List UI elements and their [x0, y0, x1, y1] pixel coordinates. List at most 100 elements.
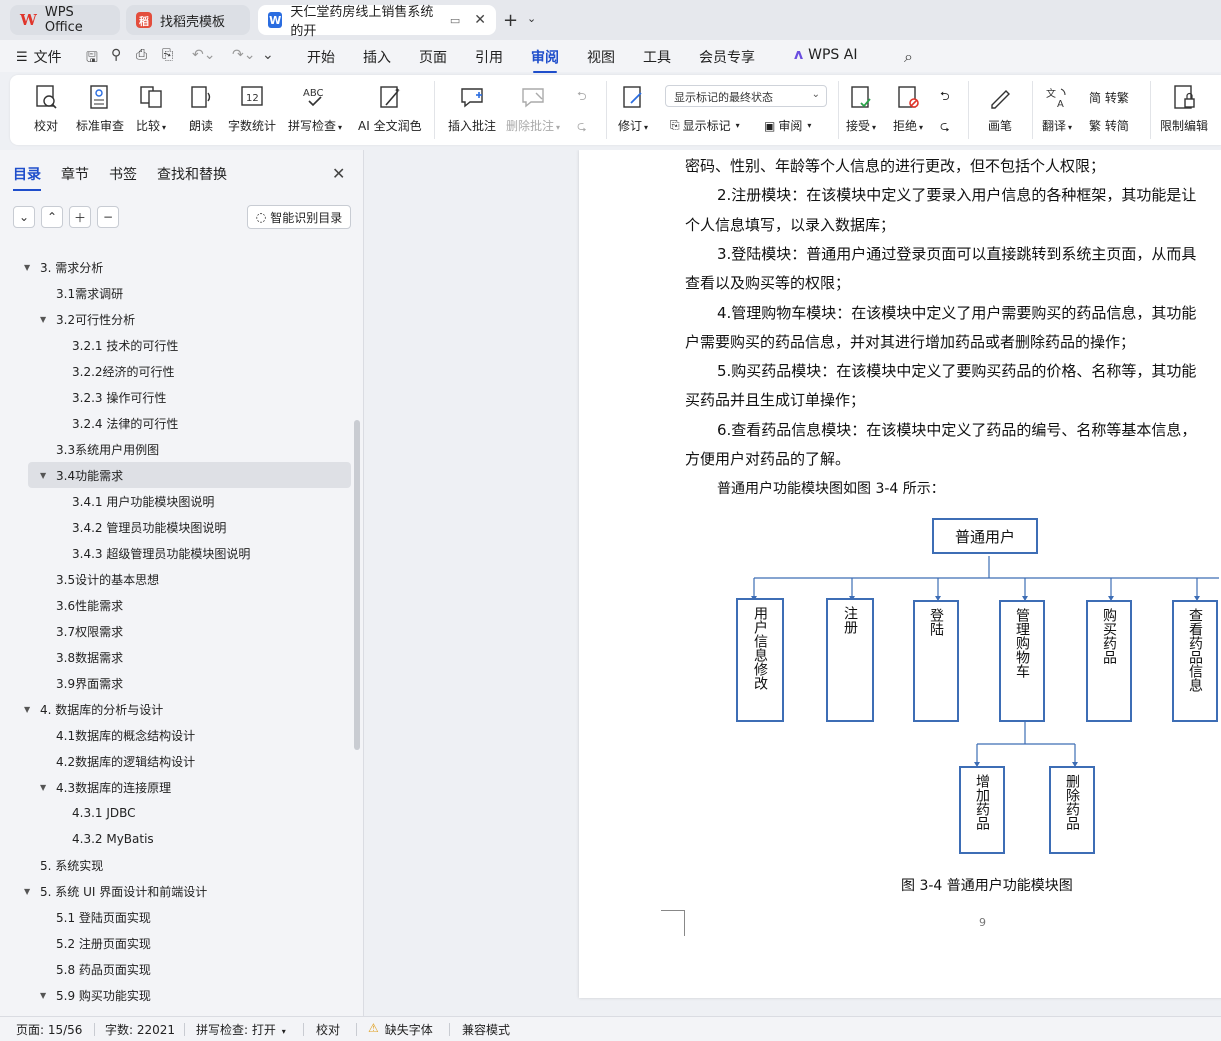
tab-start[interactable]: 开始 — [307, 47, 335, 67]
expand-toggle-icon[interactable]: ▼ — [24, 263, 34, 272]
print-preview-icon[interactable]: ⎘ — [162, 47, 173, 63]
expand-toggle-icon[interactable]: ▼ — [24, 705, 34, 714]
expand-toggle-icon[interactable]: ▼ — [24, 887, 34, 896]
toc-item[interactable]: ▼ 3.4功能需求 — [28, 462, 351, 488]
undo-icon[interactable]: ↶⌄ — [192, 47, 215, 63]
tab-template[interactable]: 稻 找稻壳模板 — [126, 5, 250, 35]
toc-item[interactable]: 5.8 药品页面实现 — [56, 956, 151, 982]
save-icon[interactable]: 🖫 — [86, 47, 98, 71]
delete-comment-button[interactable]: 删除批注 ▾ — [506, 83, 560, 134]
tab-wps-office[interactable]: W WPS Office — [10, 5, 120, 35]
toc-item[interactable]: 4.3.1 JDBC — [72, 800, 136, 826]
toc-item[interactable]: ▼ 3.2可行性分析 — [40, 306, 135, 332]
toc-item[interactable]: ▼ 3. 需求分析 — [24, 254, 103, 280]
smart-toc-button[interactable]: ◌ 智能识别目录 — [247, 205, 351, 229]
toc-item[interactable]: 3.4.3 超级管理员功能模块图说明 — [72, 540, 250, 566]
toc-item[interactable]: ▼ 4.3数据库的连接原理 — [40, 774, 171, 800]
previous-change-icon[interactable]: ⮌ — [940, 87, 950, 108]
accept-button[interactable]: 接受 ▾ — [846, 83, 876, 134]
proof-status[interactable]: 校对 — [316, 1021, 340, 1038]
share-icon[interactable]: ⚲ — [111, 47, 121, 63]
tab-review[interactable]: 审阅 — [531, 47, 559, 73]
document-page[interactable]: 密码、性别、年龄等个人信息的进行更改，但不包括个人权限； 2.注册模块：在该模块中… — [579, 150, 1221, 998]
toc-item[interactable]: 4.2数据库的逻辑结构设计 — [56, 748, 195, 774]
toc-item[interactable]: 4.3.2 MyBatis — [72, 826, 154, 852]
tab-reference[interactable]: 引用 — [475, 47, 503, 67]
expand-toggle-icon[interactable]: ▼ — [40, 471, 50, 480]
tab-find-replace[interactable]: 查找和替换 — [157, 164, 227, 184]
compare-button[interactable]: 比较 ▾ — [136, 83, 166, 134]
file-menu[interactable]: ☰ 文件 — [16, 47, 62, 67]
tab-member[interactable]: 会员专享 — [699, 47, 755, 67]
spell-check-status[interactable]: 拼写检查: 打开 ▾ — [196, 1021, 286, 1038]
more-chevron-icon[interactable]: ⌄ — [262, 47, 274, 63]
chevron-down-icon[interactable]: ⌄ — [527, 12, 536, 25]
tab-wps-ai[interactable]: ʌ WPS AI — [794, 47, 857, 63]
search-icon[interactable]: ⌕ — [904, 47, 913, 67]
tab-view[interactable]: 视图 — [587, 47, 615, 67]
toc-item[interactable]: ▼ 5.9 购买功能实现 — [40, 982, 151, 1008]
new-tab-icon[interactable]: + — [503, 10, 518, 31]
collapse-all-button[interactable]: ⌃ — [41, 206, 63, 228]
standard-review-button[interactable]: 标准审查 — [76, 83, 124, 134]
pen-button[interactable]: 画笔 — [986, 83, 1014, 134]
restrict-edit-button[interactable]: 限制编辑 — [1160, 83, 1208, 134]
toc-item[interactable]: 3.2.2经济的可行性 — [72, 358, 175, 384]
tab-tools[interactable]: 工具 — [643, 47, 671, 67]
word-count-indicator[interactable]: 字数: 22021 — [105, 1021, 175, 1038]
tab-document[interactable]: W 天仁堂药房线上销售系统的开 ▭ ✕ — [258, 5, 496, 39]
expand-toggle-icon[interactable]: ▼ — [40, 315, 50, 324]
revise-button[interactable]: 修订 ▾ — [618, 83, 648, 134]
tab-insert[interactable]: 插入 — [363, 47, 391, 67]
next-change-icon[interactable]: ⮎ — [940, 117, 950, 138]
reject-button[interactable]: 拒绝 ▾ — [893, 83, 923, 134]
review-pane-button[interactable]: ▣ 审阅 ▾ — [764, 117, 811, 134]
translate-button[interactable]: 文A 翻译 ▾ — [1042, 83, 1072, 134]
toc-item[interactable]: 4.1数据库的概念结构设计 — [56, 722, 195, 748]
page-indicator[interactable]: 页面: 15/56 — [16, 1021, 82, 1038]
expand-toggle-icon[interactable]: ▼ — [40, 991, 50, 1000]
show-markup-button[interactable]: ⎘ 显示标记 ▾ — [670, 117, 740, 134]
toc-item[interactable]: 5.2 注册页面实现 — [56, 930, 151, 956]
toc-item[interactable]: 3.2.3 操作可行性 — [72, 384, 166, 410]
tab-sections[interactable]: 章节 — [61, 164, 89, 184]
expand-all-button[interactable]: ⌄ — [13, 206, 35, 228]
toc-item[interactable]: 3.9界面需求 — [56, 670, 123, 696]
toc-item[interactable]: 3.4.2 管理员功能模块图说明 — [72, 514, 226, 540]
proofread-button[interactable]: 校对 — [32, 83, 60, 134]
word-count-button[interactable]: 12 字数统计 — [228, 83, 276, 134]
toc-item[interactable]: 3.2.4 法律的可行性 — [72, 410, 178, 436]
toc-item[interactable]: 3.2.1 技术的可行性 — [72, 332, 178, 358]
close-pane-icon[interactable]: ✕ — [332, 164, 345, 183]
ai-polish-button[interactable]: ✦ AI 全文润色 — [358, 83, 422, 134]
toc-item[interactable]: 3.6性能需求 — [56, 592, 123, 618]
toc-item[interactable]: 3.3系统用户用例图 — [56, 436, 159, 462]
toc-item[interactable]: 3.5设计的基本思想 — [56, 566, 159, 592]
to-traditional-button[interactable]: 简 转繁 — [1089, 89, 1129, 106]
missing-font-status[interactable]: ⚠ 缺失字体 — [368, 1021, 433, 1038]
toc-item[interactable]: 3.4.1 用户功能模块图说明 — [72, 488, 214, 514]
toc-scrollbar[interactable] — [354, 420, 360, 750]
redo-icon[interactable]: ↷⌄ — [232, 47, 255, 63]
toc-item[interactable]: ▼ 4. 数据库的分析与设计 — [24, 696, 163, 722]
toc-item[interactable]: 3.1需求调研 — [56, 280, 123, 306]
tab-bookmarks[interactable]: 书签 — [109, 164, 137, 184]
monitor-icon[interactable]: ▭ — [450, 14, 460, 27]
insert-comment-button[interactable]: 插入批注 — [448, 83, 496, 134]
toc-item[interactable]: ▼ 5. 系统 UI 界面设计和前端设计 — [24, 878, 207, 904]
toc-item[interactable]: 5. 系统实现 — [40, 852, 103, 878]
print-icon[interactable]: ⎙ — [136, 47, 147, 63]
previous-comment-icon[interactable]: ⮌ — [577, 87, 587, 108]
next-comment-icon[interactable]: ⮎ — [577, 117, 587, 138]
markup-state-select[interactable]: 显示标记的最终状态 ⌄ — [665, 85, 827, 107]
expand-toggle-icon[interactable]: ▼ — [40, 783, 50, 792]
toc-item[interactable]: 5.1 登陆页面实现 — [56, 904, 151, 930]
tab-page[interactable]: 页面 — [419, 47, 447, 67]
to-simplified-button[interactable]: 繁 转简 — [1089, 117, 1129, 134]
toc-item[interactable]: 3.8数据需求 — [56, 644, 123, 670]
close-icon[interactable]: ✕ — [474, 12, 486, 28]
spell-check-button[interactable]: ABC 拼写检查 ▾ — [288, 83, 342, 134]
remove-heading-button[interactable]: − — [97, 206, 119, 228]
add-heading-button[interactable]: ＋ — [69, 206, 91, 228]
read-aloud-button[interactable]: 朗读 — [187, 83, 215, 134]
